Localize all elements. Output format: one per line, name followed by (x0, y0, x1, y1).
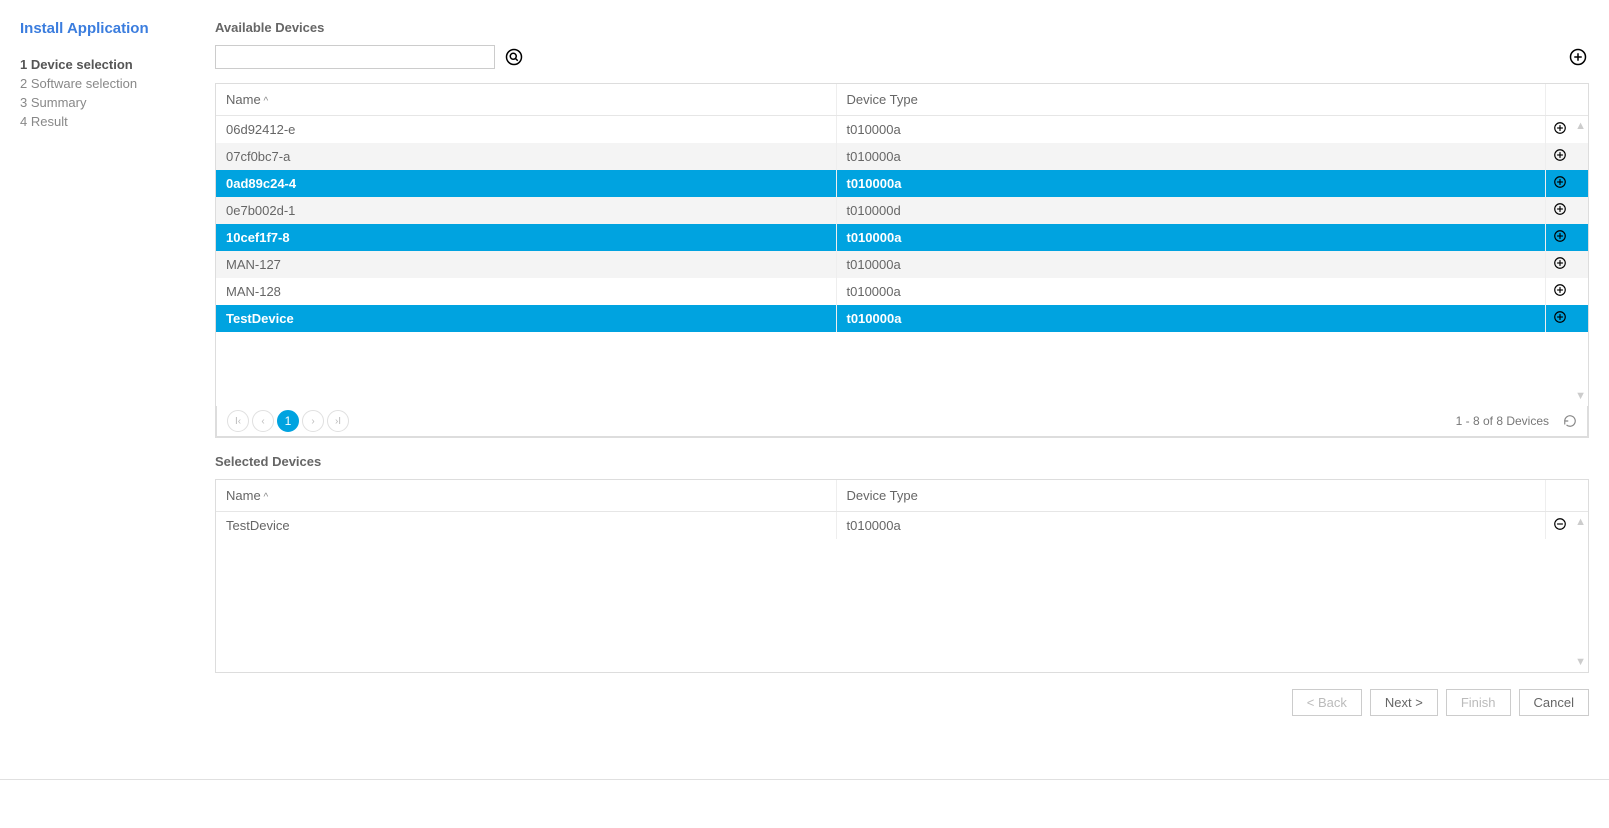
selected-table: Name Device Type TestDevicet010000a ▲ ▼ (215, 479, 1589, 673)
wizard-sidebar: Install Application 1 Device selection2 … (20, 20, 215, 759)
add-row-icon[interactable] (1546, 310, 1574, 324)
pager-first[interactable]: I‹ (227, 410, 249, 432)
search-input[interactable] (215, 45, 495, 69)
wizard-step[interactable]: 4 Result (20, 112, 215, 131)
pager-last[interactable]: ›I (327, 410, 349, 432)
table-row[interactable]: 06d92412-et010000a (216, 116, 1588, 143)
cell-name: TestDevice (216, 305, 836, 332)
add-row-icon[interactable] (1546, 148, 1574, 162)
cancel-button[interactable]: Cancel (1519, 689, 1589, 716)
pager-next[interactable]: › (302, 410, 324, 432)
scroll-up-icon[interactable]: ▲ (1575, 516, 1586, 528)
cell-name: 07cf0bc7-a (216, 143, 836, 170)
search-icon[interactable] (503, 46, 525, 68)
table-row[interactable]: MAN-128t010000a (216, 278, 1588, 305)
table-row[interactable]: TestDevicet010000a (216, 512, 1588, 539)
sort-asc-icon (261, 92, 268, 107)
add-row-icon[interactable] (1546, 283, 1574, 297)
available-section-title: Available Devices (215, 20, 1589, 35)
cell-type: t010000a (836, 143, 1545, 170)
table-row[interactable]: 10cef1f7-8t010000a (216, 224, 1588, 251)
add-row-icon[interactable] (1546, 256, 1574, 270)
table-row[interactable]: 0e7b002d-1t010000d (216, 197, 1588, 224)
selected-header-type[interactable]: Device Type (836, 480, 1545, 512)
cell-name: 0ad89c24-4 (216, 170, 836, 197)
wizard-step[interactable]: 3 Summary (20, 93, 215, 112)
pager: I‹ ‹ 1 › ›I 1 - 8 of 8 Devices (216, 406, 1588, 437)
selected-header-action (1545, 480, 1573, 512)
cell-name: 0e7b002d-1 (216, 197, 836, 224)
scroll-down-icon[interactable]: ▼ (1575, 656, 1586, 668)
cell-type: t010000d (836, 197, 1545, 224)
selected-section-title: Selected Devices (215, 454, 1589, 469)
scroll-down-icon[interactable]: ▼ (1575, 390, 1586, 402)
cell-name: MAN-128 (216, 278, 836, 305)
table-row[interactable]: MAN-127t010000a (216, 251, 1588, 278)
remove-row-icon[interactable] (1546, 517, 1574, 531)
cell-type: t010000a (836, 170, 1545, 197)
wizard-steps: 1 Device selection2 Software selection3 … (20, 55, 215, 131)
available-table: Name Device Type 06d92412-et010000a07cf0… (215, 83, 1589, 438)
wizard-step[interactable]: 2 Software selection (20, 74, 215, 93)
add-row-icon[interactable] (1546, 175, 1574, 189)
add-row-icon[interactable] (1546, 229, 1574, 243)
selected-header-name[interactable]: Name (216, 480, 836, 512)
scroll-up-icon[interactable]: ▲ (1575, 120, 1586, 132)
add-all-icon[interactable] (1567, 46, 1589, 68)
add-row-icon[interactable] (1546, 202, 1574, 216)
refresh-icon[interactable] (1563, 414, 1577, 428)
cell-type: t010000a (836, 116, 1545, 143)
wizard-title: Install Application (20, 20, 215, 37)
finish-button[interactable]: Finish (1446, 689, 1511, 716)
sort-asc-icon (261, 488, 268, 503)
cell-type: t010000a (836, 251, 1545, 278)
cell-name: TestDevice (216, 512, 836, 539)
cell-type: t010000a (836, 224, 1545, 251)
cell-type: t010000a (836, 305, 1545, 332)
wizard-step[interactable]: 1 Device selection (20, 55, 215, 74)
cell-name: 10cef1f7-8 (216, 224, 836, 251)
table-row[interactable]: 0ad89c24-4t010000a (216, 170, 1588, 197)
next-button[interactable]: Next > (1370, 689, 1438, 716)
available-header-action (1545, 84, 1573, 116)
pager-summary: 1 - 8 of 8 Devices (1456, 414, 1549, 428)
table-row[interactable]: TestDevicet010000a (216, 305, 1588, 332)
wizard-footer: < Back Next > Finish Cancel (215, 689, 1589, 716)
available-header-type[interactable]: Device Type (836, 84, 1545, 116)
available-header-name[interactable]: Name (216, 84, 836, 116)
pager-page-1[interactable]: 1 (277, 410, 299, 432)
table-row[interactable]: 07cf0bc7-at010000a (216, 143, 1588, 170)
back-button[interactable]: < Back (1292, 689, 1362, 716)
pager-prev[interactable]: ‹ (252, 410, 274, 432)
cell-type: t010000a (836, 278, 1545, 305)
add-row-icon[interactable] (1546, 121, 1574, 135)
cell-name: 06d92412-e (216, 116, 836, 143)
cell-type: t010000a (836, 512, 1545, 539)
cell-name: MAN-127 (216, 251, 836, 278)
